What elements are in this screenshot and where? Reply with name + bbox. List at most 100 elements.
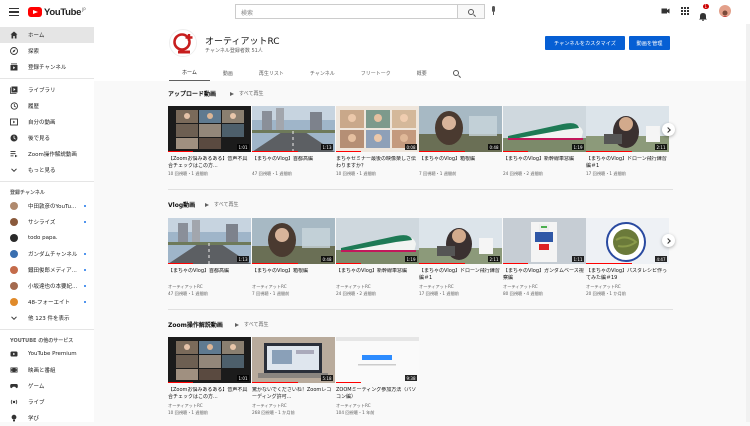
tab-playlists[interactable]: 再生リスト	[246, 65, 297, 81]
search-input[interactable]: 検索	[235, 4, 458, 19]
sidebar-item-my-videos[interactable]: 自分の動画	[0, 114, 94, 130]
video-card[interactable]: 1:13 【まちゃのVlog】首都高編 47 回視聴・1 週間前	[252, 106, 335, 177]
video-thumbnail[interactable]: 1:13	[252, 106, 335, 152]
tab-videos[interactable]: 動画	[210, 65, 246, 81]
video-title[interactable]: 【まちゃのVlog】箱根編	[252, 268, 335, 282]
video-card[interactable]: 1:19 【まちゃのVlog】新幹線車窓編 24 回視聴・2 週間前	[503, 106, 586, 177]
video-channel-name[interactable]: オーティアットRC	[336, 403, 419, 409]
play-all-vlog[interactable]: すべて再生	[205, 201, 238, 208]
video-thumbnail[interactable]: 1:01	[168, 106, 251, 152]
customize-channel-button[interactable]: チャンネルをカスタマイズ	[545, 36, 625, 50]
tab-search[interactable]	[440, 65, 472, 81]
video-thumbnail[interactable]: 0:48	[252, 218, 335, 264]
video-card[interactable]: 1:19 【まちゃのVlog】新幹線車窓編 オーティアットRC 24 回視聴・2…	[336, 218, 419, 297]
sidebar-item-live[interactable]: ライブ	[0, 394, 94, 410]
shelf-next-button[interactable]	[662, 123, 675, 136]
video-card[interactable]: 1:13 【まちゃのVlog】首都高編 オーティアットRC 47 回視聴・1 週…	[168, 218, 251, 297]
video-card[interactable]: 0:08 まちゃセミナー最後の映像楽しさ伝わりますか？ 10 回視聴・1 週間前	[336, 106, 419, 177]
video-card[interactable]: 2:11 【まちゃのVlog】ドローン飛行練習編＃1 オーティアットRC 17 …	[419, 218, 502, 297]
sidebar-item-explore[interactable]: 探索	[0, 43, 94, 59]
sidebar-sub-4[interactable]: ガンダムチャンネル	[0, 246, 94, 262]
sidebar-item-premium[interactable]: YouTube Premium	[0, 346, 94, 362]
video-channel-name[interactable]: オーティアットRC	[419, 284, 502, 290]
sidebar-sub-5[interactable]: 鐵田俊郎メディア...	[0, 262, 94, 278]
sidebar-sub-1[interactable]: 中田敦彦のYouTu...	[0, 198, 94, 214]
menu-icon[interactable]	[9, 8, 19, 16]
video-channel-name[interactable]: オーティアットRC	[168, 284, 251, 290]
video-thumbnail[interactable]: 4:47	[586, 218, 669, 264]
video-card[interactable]: 0:48 【まちゃのVlog】箱根編 オーティアットRC 7 回視聴・1 週間前	[252, 218, 335, 297]
sidebar-item-home[interactable]: ホーム	[0, 27, 94, 43]
sidebar-show-more-subs[interactable]: 他 123 件を表示	[0, 310, 94, 326]
video-thumbnail[interactable]: 9:38	[336, 337, 419, 383]
video-card[interactable]: 0:48 【まちゃのVlog】箱根編 7 回視聴・1 週間前	[419, 106, 502, 177]
video-card[interactable]: 5:18 驚かないでくださいね！Zoomレコーディング許可... オーティアット…	[252, 337, 335, 416]
video-channel-name[interactable]: オーティアットRC	[252, 284, 335, 290]
sidebar-item-playlist-zoom[interactable]: Zoom操作解説動画	[0, 146, 94, 162]
video-thumbnail[interactable]: 1:11	[503, 218, 586, 264]
video-thumbnail[interactable]: 1:19	[503, 106, 586, 152]
shelf-next-button[interactable]	[662, 234, 675, 247]
sidebar-sub-6[interactable]: 小坂達也の本要紀...	[0, 278, 94, 294]
sidebar-item-gaming[interactable]: ゲーム	[0, 378, 94, 394]
video-thumbnail[interactable]: 1:13	[168, 218, 251, 264]
video-title[interactable]: 【まちゃのVlog】首都高編	[252, 156, 335, 170]
play-all-zoom[interactable]: すべて再生	[235, 321, 268, 328]
video-card[interactable]: 9:38 ZOOMミーティング参加方法（パソコン編） オーティアットRC 104…	[336, 337, 419, 416]
video-title[interactable]: 【まちゃのVlog】首都高編	[168, 268, 251, 282]
video-thumbnail[interactable]: 2:11	[586, 106, 669, 152]
video-card[interactable]: 2:11 【まちゃのVlog】ドローン飛行練習編＃1 17 回視聴・1 週間前	[586, 106, 669, 177]
video-title[interactable]: ZOOMミーティング参加方法（パソコン編）	[336, 387, 419, 401]
video-title[interactable]: 【まちゃのVlog】ドローン飛行練習編＃1	[586, 156, 669, 170]
sidebar-item-subscriptions[interactable]: 登録チャンネル	[0, 59, 94, 75]
scrollbar[interactable]	[746, 24, 750, 422]
video-card[interactable]: 1:01 【Zoomお悩みあるある】音声不具合チェックはこの方... 10 回視…	[168, 106, 251, 177]
video-thumbnail[interactable]: 0:48	[419, 106, 502, 152]
video-channel-name[interactable]: オーティアットRC	[336, 284, 419, 290]
create-video-icon[interactable]	[661, 7, 670, 15]
video-thumbnail[interactable]: 2:11	[419, 218, 502, 264]
video-title[interactable]: 【まちゃのVlog】ガンダムベース視察編	[503, 268, 586, 282]
video-title[interactable]: 【まちゃのVlog】新幹線車窓編	[503, 156, 586, 170]
manage-videos-button[interactable]: 動画を管理	[629, 36, 670, 50]
video-thumbnail[interactable]: 1:19	[336, 218, 419, 264]
video-title[interactable]: 【まちゃのVlog】箱根編	[419, 156, 502, 170]
video-channel-name[interactable]: オーティアットRC	[168, 403, 251, 409]
notifications-button[interactable]: 1	[699, 4, 709, 22]
video-title[interactable]: まちゃセミナー最後の映像楽しさ伝わりますか？	[336, 156, 419, 170]
video-channel-name[interactable]: オーティアットRC	[503, 284, 586, 290]
sidebar-sub-2[interactable]: サシライズ	[0, 214, 94, 230]
play-all-uploads[interactable]: すべて再生	[230, 90, 263, 97]
sidebar-item-show-more[interactable]: もっと見る	[0, 162, 94, 178]
video-title[interactable]: 驚かないでくださいね！Zoomレコーディング許可...	[252, 387, 335, 401]
video-thumbnail[interactable]: 5:18	[252, 337, 335, 383]
video-channel-name[interactable]: オーティアットRC	[252, 403, 335, 409]
apps-icon[interactable]	[681, 7, 689, 15]
sidebar-item-learning[interactable]: 学び	[0, 410, 94, 426]
sidebar-item-movies[interactable]: 映画と番組	[0, 362, 94, 378]
account-avatar[interactable]	[719, 5, 731, 17]
sidebar-item-watch-later[interactable]: 後で見る	[0, 130, 94, 146]
search-button[interactable]	[458, 4, 485, 19]
video-title[interactable]: 【まちゃのVlog】ドローン飛行練習編＃1	[419, 268, 502, 282]
video-title[interactable]: 【Zoomお悩みあるある】音声不具合チェックはこの方...	[168, 156, 251, 170]
youtube-logo[interactable]: YouTube JP	[28, 7, 86, 18]
sidebar-item-history[interactable]: 履歴	[0, 98, 94, 114]
tab-channels[interactable]: チャンネル	[297, 65, 348, 81]
video-card[interactable]: 1:11 【まちゃのVlog】ガンダムベース視察編 オーティアットRC 80 回…	[503, 218, 586, 297]
video-thumbnail[interactable]: 1:01	[168, 337, 251, 383]
video-title[interactable]: 【まちゃのVlog】パスタレシピ作ってみた編＃19	[586, 268, 669, 282]
tab-discussion[interactable]: フリートーク	[348, 65, 404, 81]
sidebar-sub-3[interactable]: todo papa.	[0, 230, 94, 246]
tab-about[interactable]: 概要	[404, 65, 440, 81]
video-card[interactable]: 1:01 【Zoomお悩みあるある】音声不具合チェックはこの方... オーティア…	[168, 337, 251, 416]
tab-home[interactable]: ホーム	[169, 65, 210, 81]
video-title[interactable]: 【まちゃのVlog】新幹線車窓編	[336, 268, 419, 282]
video-thumbnail[interactable]: 0:08	[336, 106, 419, 152]
video-card[interactable]: 4:47 【まちゃのVlog】パスタレシピ作ってみた編＃19 オーティアットRC…	[586, 218, 669, 297]
microphone-icon[interactable]	[491, 6, 496, 15]
video-title[interactable]: 【Zoomお悩みあるある】音声不具合チェックはこの方...	[168, 387, 251, 401]
sidebar-item-library[interactable]: ライブラリ	[0, 82, 94, 98]
sidebar-sub-7[interactable]: 48-フォーエイト	[0, 294, 94, 310]
video-channel-name[interactable]: オーティアットRC	[586, 284, 669, 290]
